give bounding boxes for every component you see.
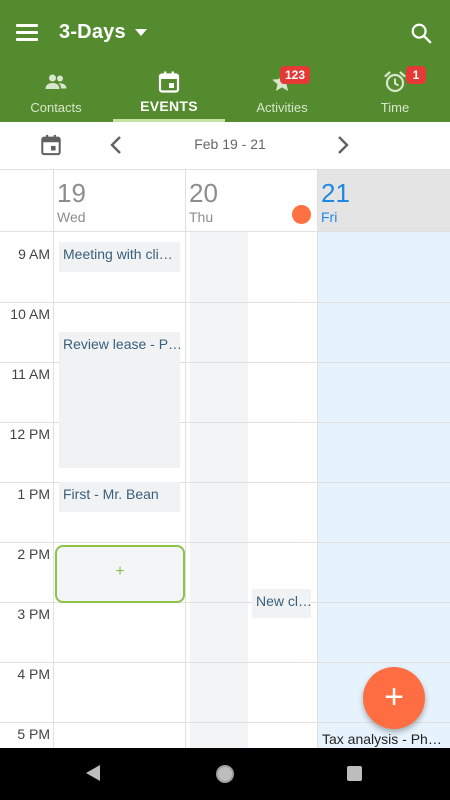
tab-bar: Contacts EVENTS 123 Activities 1 Time: [0, 66, 450, 122]
day-name-today: Fri: [321, 209, 338, 225]
new-event-slot[interactable]: +: [55, 545, 185, 603]
date-navigation-bar: Feb 19 - 21: [0, 122, 450, 170]
view-selector-label[interactable]: 3-Days: [59, 21, 126, 44]
app-bar: 3-Days Contacts EVENTS 123 Activities 1 …: [0, 0, 450, 122]
alarm-icon: [384, 71, 406, 93]
event-block[interactable]: First - Mr. Bean: [59, 482, 180, 512]
day-number-today[interactable]: 21: [321, 178, 350, 209]
hour-label: 2 PM: [17, 546, 50, 562]
hour-line: [0, 662, 450, 663]
tab-events[interactable]: EVENTS: [113, 66, 225, 122]
tab-label: Contacts: [30, 100, 82, 115]
hour-label: 4 PM: [17, 666, 50, 682]
hour-label: 12 PM: [9, 426, 50, 442]
hour-label: 11 AM: [11, 366, 50, 382]
activities-badge: 123: [280, 66, 311, 84]
tab-label: Activities: [256, 100, 308, 115]
hour-label: 9 AM: [18, 246, 50, 262]
hour-line: [0, 542, 450, 543]
hour-label: 5 PM: [17, 726, 50, 742]
tab-label: Time: [380, 100, 410, 115]
recent-apps-icon[interactable]: [347, 766, 362, 781]
menu-icon[interactable]: [16, 24, 38, 42]
calendar-grid[interactable]: 19 Wed 20 Thu 21 Fri 9 AM 10 AM 11 AM 12…: [0, 170, 450, 748]
tab-activities[interactable]: 123 Activities: [226, 66, 338, 122]
tab-label: EVENTS: [140, 98, 198, 114]
hour-label: 3 PM: [17, 606, 50, 622]
chevron-left-icon[interactable]: [108, 135, 126, 155]
add-event-button[interactable]: +: [363, 667, 425, 729]
system-navigation-bar: [0, 748, 450, 800]
event-block[interactable]: Meeting with cli…: [59, 242, 180, 272]
calendar-icon: [158, 71, 180, 93]
home-icon[interactable]: [216, 765, 234, 783]
tab-contacts[interactable]: Contacts: [0, 66, 112, 122]
event-indicator-dot: [292, 205, 311, 224]
dropdown-arrow-icon[interactable]: [135, 29, 147, 36]
calendar-picker-icon[interactable]: [40, 134, 62, 156]
contacts-icon: [45, 74, 67, 89]
event-block[interactable]: Tax analysis - Ph…: [318, 727, 450, 748]
hour-label: 1 PM: [17, 486, 50, 502]
event-block[interactable]: Review lease - P…: [59, 332, 180, 468]
chevron-right-icon[interactable]: [333, 135, 351, 155]
hour-line: [0, 302, 450, 303]
header-divider: [0, 231, 450, 232]
day-number[interactable]: 19: [57, 178, 86, 209]
tab-time[interactable]: 1 Time: [339, 66, 450, 122]
thursday-busy-column: [190, 231, 248, 748]
day-name: Wed: [57, 209, 86, 225]
day-number[interactable]: 20: [189, 178, 218, 209]
hour-label: 10 AM: [10, 306, 50, 322]
search-icon[interactable]: [410, 22, 432, 44]
back-icon[interactable]: [86, 765, 100, 781]
date-range-label: Feb 19 - 21: [194, 136, 266, 152]
event-block[interactable]: New cl…: [252, 589, 311, 618]
toolbar: 3-Days: [0, 0, 450, 66]
time-badge: 1: [406, 66, 426, 84]
day-name: Thu: [189, 209, 214, 225]
